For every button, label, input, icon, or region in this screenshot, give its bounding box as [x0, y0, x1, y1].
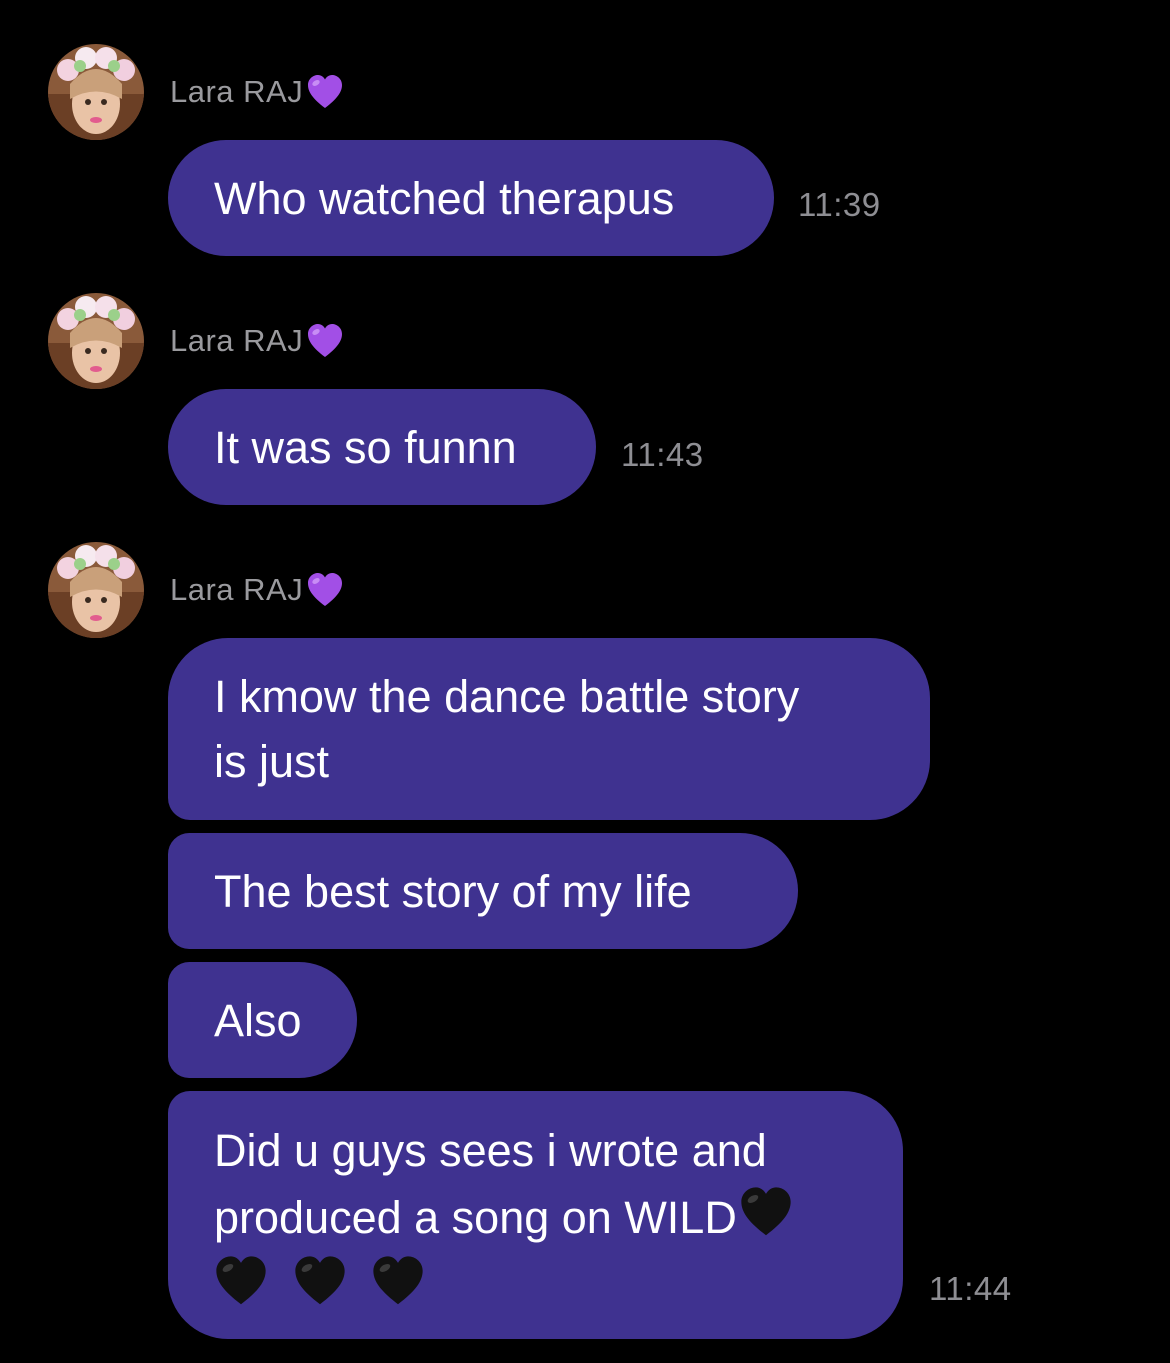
- sender-avatar[interactable]: [48, 542, 144, 638]
- sender-name: Lara RAJ: [170, 321, 345, 361]
- black-heart-icon: [212, 1252, 270, 1310]
- sender-name-label: Lara RAJ: [170, 323, 304, 358]
- message-text: Also: [214, 994, 302, 1046]
- purple-heart-icon: [305, 570, 345, 610]
- message-text: produced a song on WILD: [214, 1192, 737, 1243]
- message-text: Who watched therapus: [214, 172, 675, 224]
- message-text: It was so funnn: [214, 421, 517, 473]
- message-text: Did u guys sees i wrote and: [214, 1125, 767, 1176]
- message-text-line: I kmow the dance battle story: [214, 671, 800, 722]
- message-bubble[interactable]: Did u guys sees i wrote and produced a s…: [168, 1091, 903, 1339]
- message-text-line: is just: [214, 736, 330, 787]
- sender-name: Lara RAJ: [170, 72, 345, 112]
- message-timestamp: 11:39: [798, 186, 881, 223]
- black-heart-icon: [369, 1252, 427, 1310]
- message-timestamp: 11:43: [621, 436, 704, 473]
- message-bubble[interactable]: I kmow the dance battle story is just: [168, 638, 930, 820]
- message-bubble[interactable]: It was so funnn: [168, 389, 596, 505]
- emoji-row: [214, 1252, 857, 1319]
- black-heart-icon: [737, 1183, 795, 1241]
- message-bubble[interactable]: Also: [168, 962, 357, 1078]
- message-text-line: produced a song on WILD: [214, 1183, 857, 1250]
- sender-avatar[interactable]: [48, 293, 144, 389]
- message-bubble[interactable]: Who watched therapus: [168, 140, 774, 256]
- black-heart-icon: [291, 1252, 349, 1310]
- purple-heart-icon: [305, 72, 345, 112]
- sender-name-label: Lara RAJ: [170, 572, 304, 607]
- sender-avatar[interactable]: [48, 44, 144, 140]
- message-timestamp: 11:44: [929, 1270, 1012, 1307]
- sender-name: Lara RAJ: [170, 570, 345, 610]
- message-bubble[interactable]: The best story of my life: [168, 833, 798, 949]
- message-text-line: Did u guys sees i wrote and: [214, 1118, 857, 1183]
- purple-heart-icon: [305, 321, 345, 361]
- message-text: The best story of my life: [214, 865, 692, 917]
- sender-name-label: Lara RAJ: [170, 74, 304, 109]
